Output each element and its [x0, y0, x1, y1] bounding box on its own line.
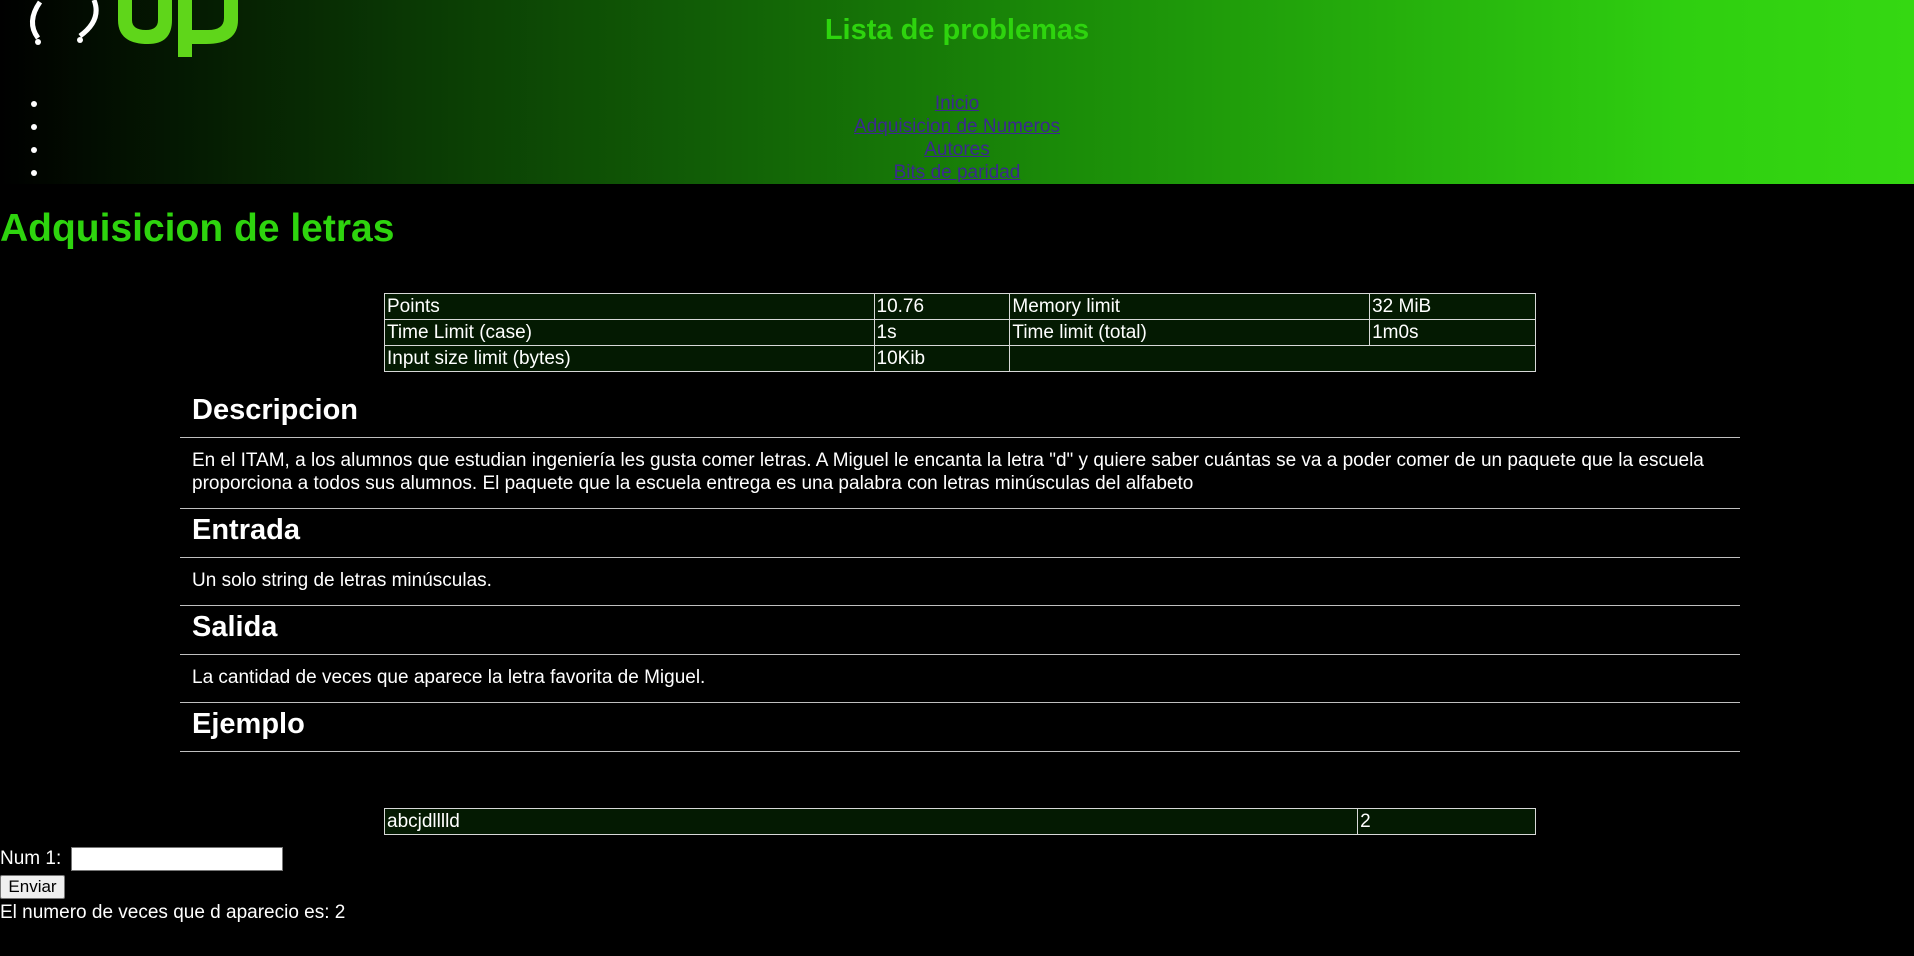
table-row: Points 10.76 Memory limit 32 MiB [384, 293, 1536, 320]
time-limit-case-value: 1s [873, 319, 1011, 346]
num-input-label: Num 1: [0, 848, 62, 869]
example-output: 2 [1357, 808, 1536, 835]
example-table: abcjdlllld 2 [383, 808, 1536, 835]
table-row: abcjdlllld 2 [383, 808, 1536, 835]
memory-limit-value: 32 MiB [1369, 293, 1536, 320]
time-limit-total-value: 1m0s [1369, 319, 1536, 346]
section-heading-descripcion: Descripcion [180, 389, 1740, 438]
nav-item-bits-paridad: Bits de paridad [0, 161, 1914, 184]
nav-item-inicio: Inicio [0, 92, 1914, 115]
nav-link-autores[interactable]: Autores [924, 139, 989, 160]
points-value: 10.76 [873, 293, 1011, 320]
result-text: El numero de veces que d aparecio es: 2 [0, 902, 346, 923]
section-body-salida: La cantidad de veces que aparece la letr… [180, 655, 1740, 703]
table-row: Time Limit (case) 1s Time limit (total) … [384, 319, 1536, 346]
submit-button[interactable]: Enviar [0, 875, 65, 899]
page-title: Adquisicion de letras [0, 207, 395, 250]
answer-form: Num 1: Enviar [0, 847, 283, 899]
section-heading-salida: Salida [180, 606, 1740, 655]
nav-item-adquisicion-numeros: Adquisicion de Numeros [0, 115, 1914, 138]
site-title: Lista de problemas [824, 14, 1090, 46]
memory-limit-label: Memory limit [1009, 293, 1371, 320]
main-nav: Inicio Adquisicion de Numeros Autores Bi… [0, 92, 1914, 184]
header-banner: Lista de problemas Inicio Adquisicion de… [0, 0, 1914, 184]
time-limit-case-label: Time Limit (case) [384, 319, 875, 346]
problem-content: Descripcion En el ITAM, a los alumnos qu… [180, 389, 1740, 752]
points-label: Points [384, 293, 875, 320]
nav-link-bits-paridad[interactable]: Bits de paridad [894, 162, 1021, 183]
section-heading-entrada: Entrada [180, 509, 1740, 558]
section-heading-ejemplo: Ejemplo [180, 703, 1740, 752]
problem-limits-table: Points 10.76 Memory limit 32 MiB Time Li… [384, 293, 1536, 372]
input-size-limit-label: Input size limit (bytes) [384, 345, 875, 372]
num-input[interactable] [70, 847, 283, 871]
table-row: Input size limit (bytes) 10Kib [384, 345, 1536, 372]
section-body-entrada: Un solo string de letras minúsculas. [180, 558, 1740, 606]
section-body-descripcion: En el ITAM, a los alumnos que estudian i… [180, 438, 1740, 509]
nav-link-adquisicion-numeros[interactable]: Adquisicion de Numeros [854, 116, 1060, 137]
empty-cell [1009, 345, 1536, 372]
example-input: abcjdlllld [383, 808, 1359, 835]
time-limit-total-label: Time limit (total) [1009, 319, 1371, 346]
input-size-limit-value: 10Kib [873, 345, 1011, 372]
nav-link-inicio[interactable]: Inicio [935, 93, 979, 114]
nav-item-autores: Autores [0, 138, 1914, 161]
